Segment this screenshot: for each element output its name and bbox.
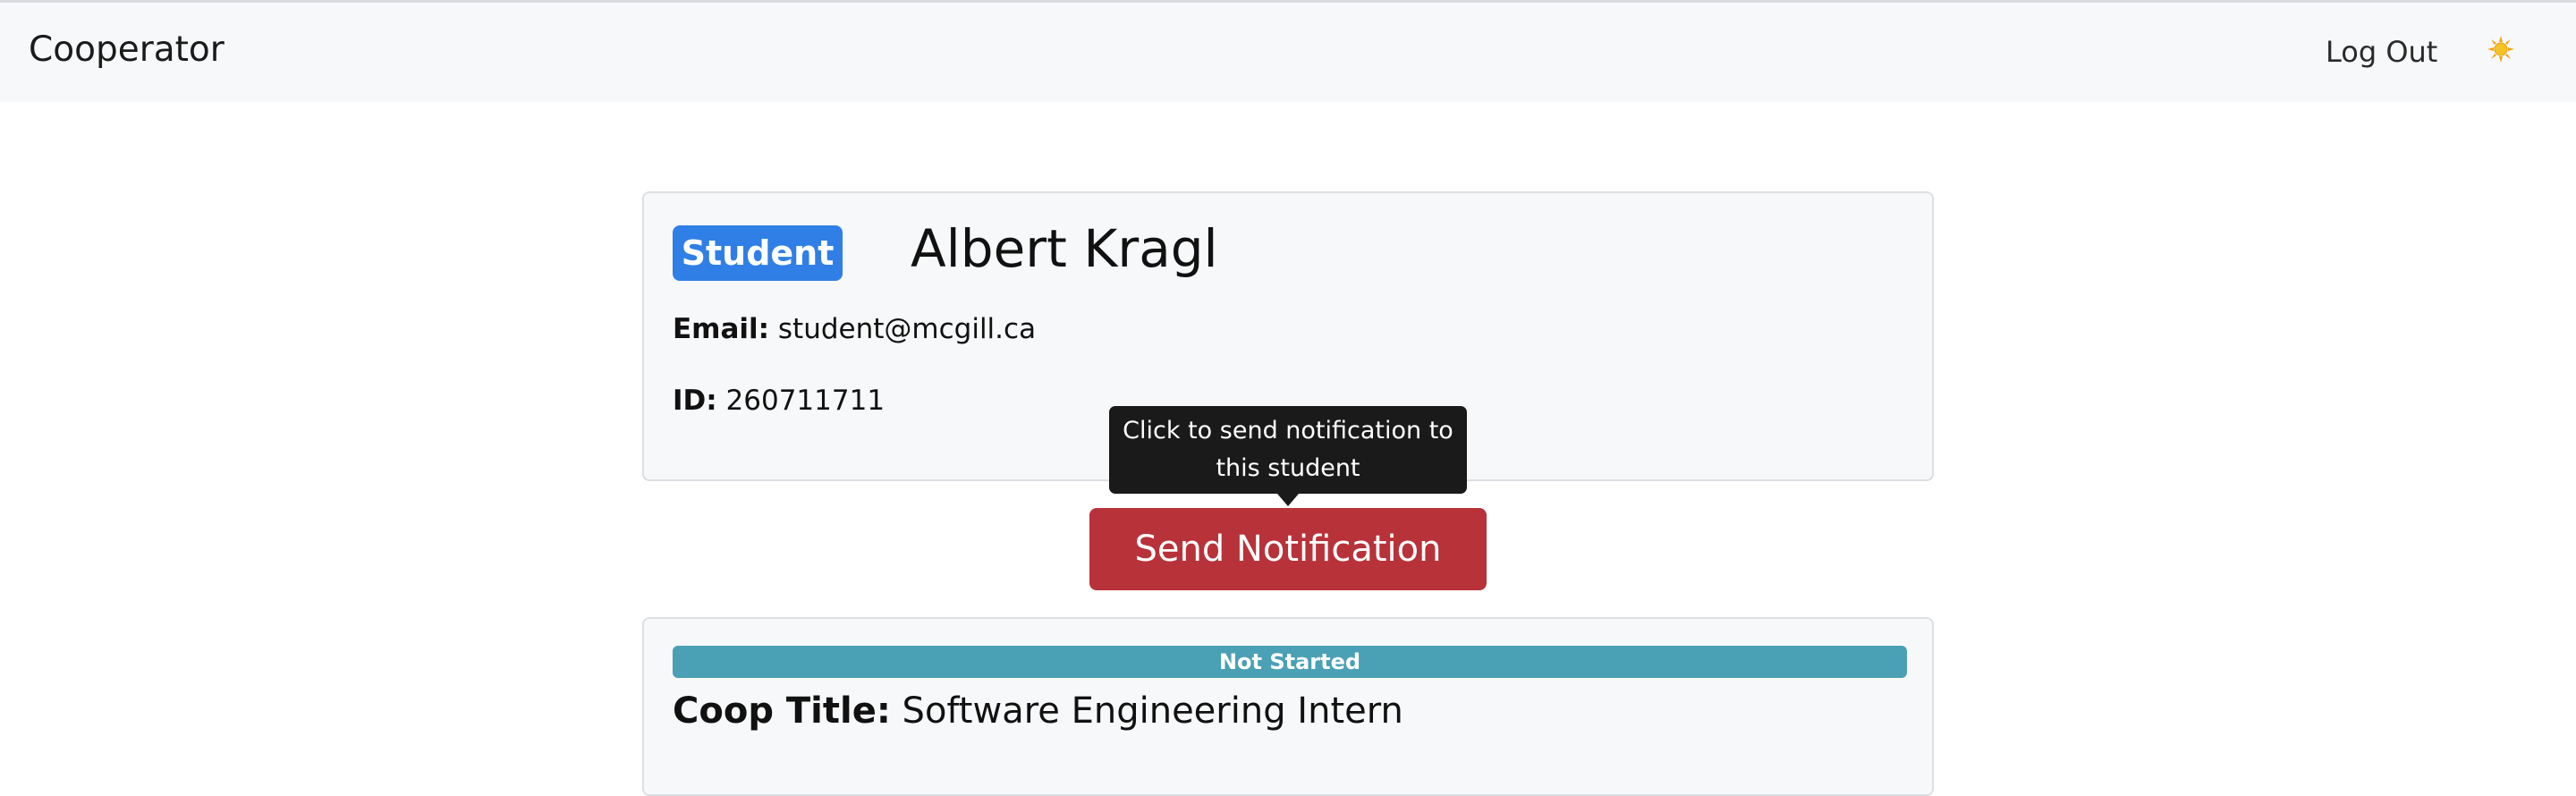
student-name: Albert Kragl <box>911 218 1218 279</box>
send-notification-button[interactable]: Send Notification <box>1089 508 1487 590</box>
coop-title-value: Software Engineering Intern <box>902 690 1403 732</box>
email-value: student@mcgill.ca <box>777 313 1037 345</box>
id-row: ID: 260711711 <box>673 385 885 417</box>
sun-icon[interactable] <box>2487 35 2515 64</box>
navbar: Cooperator Log Out <box>0 0 2576 102</box>
coop-title-row: Coop Title: Software Engineering Intern <box>673 690 1403 732</box>
coop-title-label: Coop Title: <box>673 690 891 732</box>
email-row: Email: student@mcgill.ca <box>673 313 1036 345</box>
coop-status-bar: Not Started <box>673 646 1907 678</box>
email-label: Email: <box>673 313 770 345</box>
brand-logo[interactable]: Cooperator <box>29 30 225 70</box>
tooltip-arrow <box>1277 494 1299 506</box>
send-notification-tooltip: Click to send notification to this stude… <box>1109 406 1467 494</box>
role-badge: Student <box>673 225 843 281</box>
id-label: ID: <box>673 385 717 417</box>
id-value: 260711711 <box>725 385 886 417</box>
logout-link[interactable]: Log Out <box>2326 35 2437 69</box>
coop-card: Not Started Coop Title: Software Enginee… <box>642 617 1934 796</box>
